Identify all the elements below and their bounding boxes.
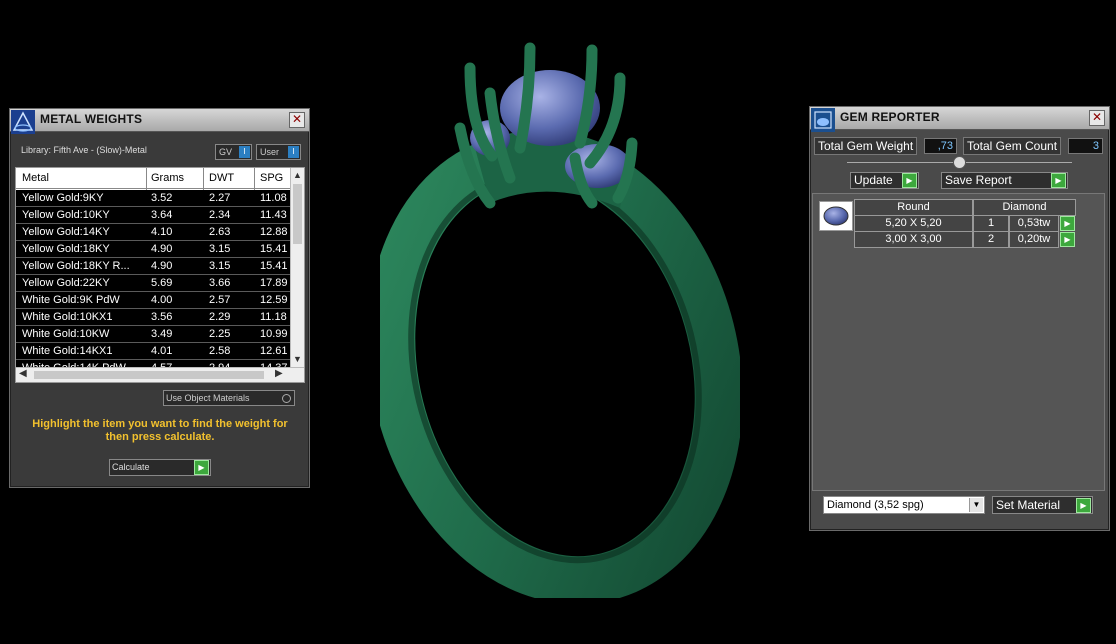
panel-slider-knob[interactable] [953,156,966,169]
scroll-right-icon[interactable]: ▶ [275,368,283,379]
dropdown-arrow-icon[interactable]: ▼ [969,498,983,512]
col-spg[interactable]: SPG [260,172,290,184]
table-row[interactable]: White Gold:10KX1 3.56 2.29 11.18 [16,309,290,326]
update-label: Update [854,173,893,187]
gem-count[interactable]: 2 [973,231,1009,248]
scroll-down-icon[interactable]: ▼ [293,354,302,364]
gem-size[interactable]: 5,20 X 5,20 [854,215,973,232]
total-gem-count-value: 3 [1068,138,1103,154]
metal-table[interactable]: Metal Grams DWT SPG Yellow Gold:9KY 3.52 2… [15,167,305,383]
gem-count[interactable]: 1 [973,215,1009,232]
user-toggle-indicator: I [288,146,299,158]
use-object-materials-option[interactable]: Use Object Materials [163,390,295,406]
gem-size[interactable]: 3,00 X 3,00 [854,231,973,248]
calculate-label: Calculate [112,462,150,472]
metal-weights-titlebar[interactable]: METAL WEIGHTS ✕ [10,109,309,134]
vertical-scrollbar[interactable]: ▲ ▼ [290,168,304,368]
update-button[interactable]: Update ▶ [850,172,919,189]
set-material-button[interactable]: Set Material ▶ [992,496,1093,514]
material-select-value: Diamond (3,52 spg) [827,499,924,511]
table-row[interactable]: Yellow Gold:18KY R... 4.90 3.15 15.41 [16,258,290,275]
gv-label: GV [219,147,233,157]
total-gem-count-label: Total Gem Count [963,137,1062,155]
col-metal[interactable]: Metal [22,172,146,184]
play-arrow-icon[interactable]: ▶ [194,460,209,475]
radio-icon[interactable] [282,394,291,403]
close-icon[interactable]: ✕ [289,112,305,128]
gem-round-icon [819,201,853,231]
table-row[interactable]: White Gold:10KW 3.49 2.25 10.99 [16,326,290,343]
close-icon[interactable]: ✕ [1089,110,1105,126]
instruction-text: Highlight the item you want to find the … [32,418,288,443]
set-material-label: Set Material [996,498,1061,512]
scroll-thumb[interactable] [293,184,302,244]
gem-material-header: Diamond [973,199,1076,216]
ring-head [454,42,638,209]
metal-table-body: Yellow Gold:9KY 3.52 2.27 11.08 Yellow Gold… [16,190,290,377]
gem-reporter-app-icon [811,108,835,132]
play-arrow-icon[interactable]: ▶ [1060,232,1075,247]
gem-reporter-panel: GEM REPORTER ✕ Total Gem Weight ,73 Tota… [809,106,1110,531]
play-arrow-icon[interactable]: ▶ [1060,216,1075,231]
library-label: Library: Fifth Ave - (Slow)-Metal [21,145,147,155]
gem-weight[interactable]: 0,53tw [1009,215,1059,232]
gv-toggle-indicator: I [239,146,250,158]
total-gem-weight-label: Total Gem Weight [814,137,918,155]
save-report-button[interactable]: Save Report ▶ [941,172,1068,189]
material-select[interactable]: Diamond (3,52 spg) ▼ [823,496,985,514]
table-row[interactable]: Yellow Gold:9KY 3.52 2.27 11.08 [16,190,290,207]
table-row[interactable]: Yellow Gold:22KY 5.69 3.66 17.89 [16,275,290,292]
gem-reporter-titlebar[interactable]: GEM REPORTER ✕ [810,107,1109,132]
table-row[interactable]: Yellow Gold:10KY 3.64 2.34 11.43 [16,207,290,224]
play-arrow-icon[interactable]: ▶ [902,173,917,188]
gem-shape-header: Round [854,199,973,216]
calculate-button[interactable]: Calculate ▶ [109,459,211,476]
use-object-materials-label: Use Object Materials [166,393,250,403]
user-label: User [260,147,280,157]
total-gem-weight-value: ,73 [924,138,957,154]
play-arrow-icon[interactable]: ▶ [1076,498,1091,513]
col-dwt[interactable]: DWT [209,172,255,184]
ring-3d-model[interactable] [380,38,740,598]
metal-table-header: Metal Grams DWT SPG [16,168,290,189]
col-grams[interactable]: Grams [151,172,199,184]
gv-toggle[interactable]: GV I [215,144,252,160]
metal-weights-app-icon [11,110,35,134]
user-toggle[interactable]: User I [256,144,301,160]
ring-band [380,131,740,598]
scroll-up-icon[interactable]: ▲ [293,170,302,180]
table-row[interactable]: White Gold:9K PdW 4.00 2.57 12.59 [16,292,290,309]
table-row[interactable]: White Gold:14KX1 4.01 2.58 12.61 [16,343,290,360]
horizontal-scrollbar[interactable]: ◀ ▶ [16,367,304,382]
gem-reporter-title: GEM REPORTER [840,110,940,124]
gem-weight[interactable]: 0,20tw [1009,231,1059,248]
scroll-thumb[interactable] [34,371,264,379]
table-row[interactable]: Yellow Gold:18KY 4.90 3.15 15.41 [16,241,290,258]
save-report-label: Save Report [945,173,1012,187]
metal-weights-title: METAL WEIGHTS [40,112,143,126]
table-row[interactable]: Yellow Gold:14KY 4.10 2.63 12.88 [16,224,290,241]
play-arrow-icon[interactable]: ▶ [1051,173,1066,188]
scroll-left-icon[interactable]: ◀ [19,368,27,379]
metal-weights-panel: METAL WEIGHTS ✕ Library: Fifth Ave - (Sl… [9,108,310,488]
